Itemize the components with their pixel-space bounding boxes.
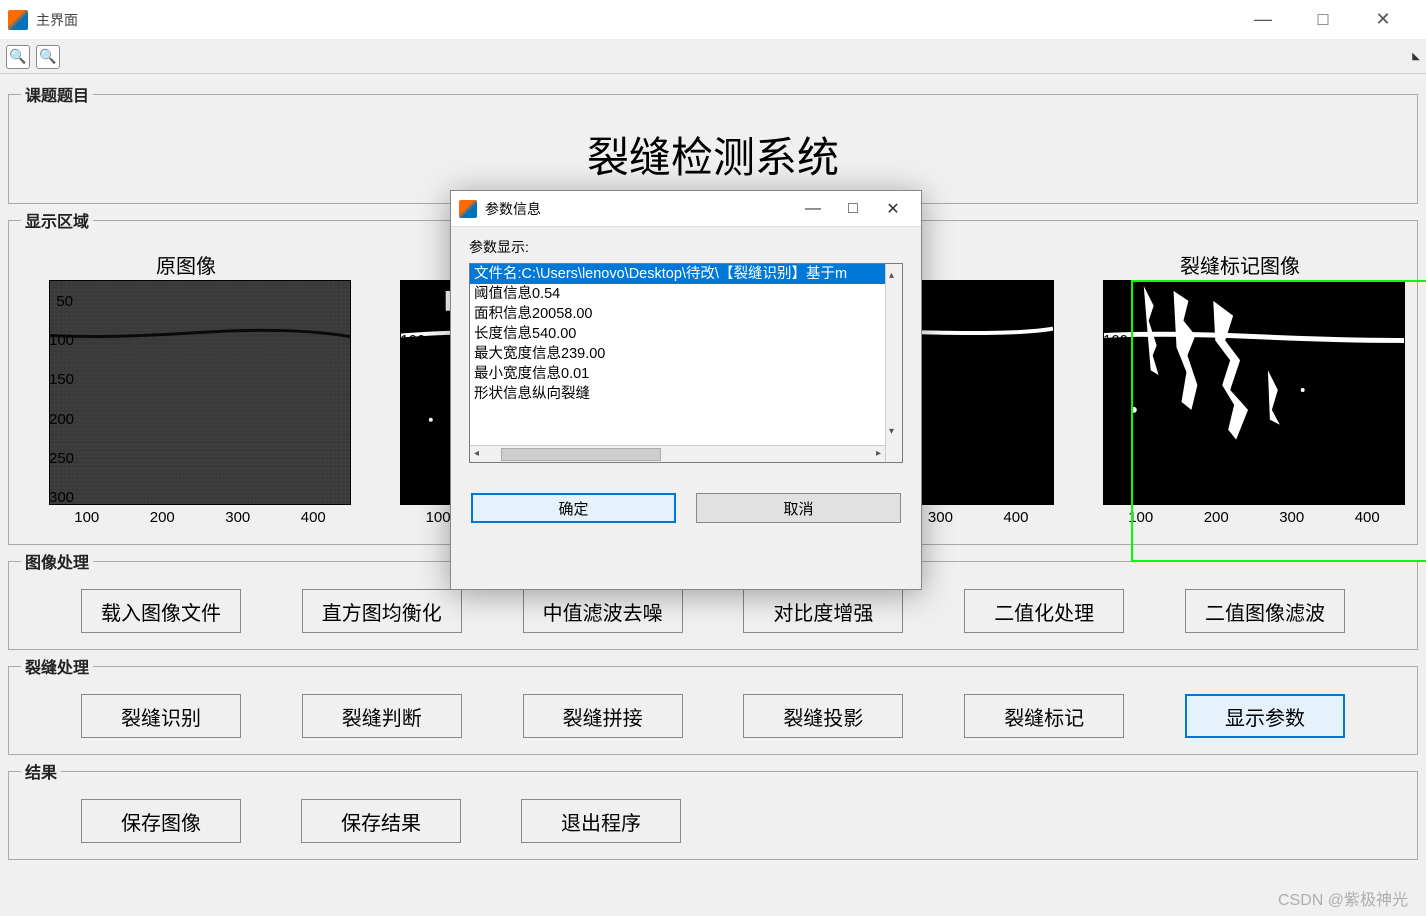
dialog-label: 参数显示: — [469, 237, 903, 257]
dialog-close-button[interactable]: ✕ — [873, 199, 913, 219]
contrast-button[interactable]: 对比度增强 — [743, 589, 903, 633]
listbox-hscrollbar[interactable] — [470, 445, 885, 462]
load-image-button[interactable]: 载入图像文件 — [81, 589, 241, 633]
exit-button[interactable]: 退出程序 — [521, 799, 681, 843]
dialog-app-icon — [459, 200, 477, 218]
axes-marked: 裂缝标记图像 50100150200250300 — [1075, 250, 1405, 526]
topic-fieldset: 课题题目 裂缝检测系统 — [8, 82, 1418, 204]
show-params-button[interactable]: 显示参数 — [1185, 694, 1345, 738]
original-image — [49, 280, 351, 505]
crack-project-button[interactable]: 裂缝投影 — [743, 694, 903, 738]
crack-bounding-box — [1131, 280, 1426, 562]
window-title: 主界面 — [36, 10, 1248, 30]
close-button[interactable]: ✕ — [1368, 9, 1398, 30]
zoom-in-icon[interactable]: 🔍 — [6, 45, 30, 69]
listbox-item[interactable]: 面积信息20058.00 — [470, 304, 902, 324]
listbox-item[interactable]: 阈值信息0.54 — [470, 284, 902, 304]
binary-filter-button[interactable]: 二值图像滤波 — [1185, 589, 1345, 633]
results-fieldset: 结果 保存图像 保存结果 退出程序 — [8, 759, 1418, 860]
results-legend: 结果 — [21, 759, 61, 783]
dialog-cancel-button[interactable]: 取消 — [696, 493, 901, 523]
results-buttons: 保存图像 保存结果 退出程序 — [21, 789, 1405, 853]
listbox-item[interactable]: 最大宽度信息239.00 — [470, 344, 902, 364]
figure-toolbar: 🔍 🔍 ◣ — [0, 40, 1426, 74]
axes-title-1: 原图像 — [21, 250, 351, 274]
y-ticks: 50100150200250300 — [400, 280, 426, 505]
save-result-button[interactable]: 保存结果 — [301, 799, 461, 843]
dialog-titlebar[interactable]: 参数信息 — □ ✕ — [451, 191, 921, 227]
x-ticks: 100200300400 — [21, 505, 351, 526]
system-title: 裂缝检测系统 — [21, 114, 1405, 195]
params-dialog: 参数信息 — □ ✕ 参数显示: 文件名:C:\Users\lenovo\Des… — [450, 190, 922, 590]
y-ticks: 50100150200250300 — [49, 280, 75, 505]
dialog-title: 参数信息 — [485, 199, 541, 219]
toolbar-overflow-icon[interactable]: ◣ — [1412, 51, 1420, 62]
binarize-button[interactable]: 二值化处理 — [964, 589, 1124, 633]
axes-title-4: 裂缝标记图像 — [1075, 250, 1405, 274]
listbox-vscrollbar[interactable] — [885, 264, 902, 462]
crack-stitch-button[interactable]: 裂缝拼接 — [523, 694, 683, 738]
histeq-button[interactable]: 直方图均衡化 — [302, 589, 462, 633]
dialog-ok-button[interactable]: 确定 — [471, 493, 676, 523]
crack-recognize-button[interactable]: 裂缝识别 — [81, 694, 241, 738]
crack-mark-button[interactable]: 裂缝标记 — [964, 694, 1124, 738]
topic-legend: 课题题目 — [21, 82, 93, 106]
app-icon — [8, 10, 28, 30]
window-titlebar: 主界面 — □ ✕ — [0, 0, 1426, 40]
crack-judge-button[interactable]: 裂缝判断 — [302, 694, 462, 738]
y-ticks: 50100150200250300 — [1103, 280, 1129, 505]
crack-proc-fieldset: 裂缝处理 裂缝识别 裂缝判断 裂缝拼接 裂缝投影 裂缝标记 显示参数 — [8, 654, 1418, 755]
median-filter-button[interactable]: 中值滤波去噪 — [523, 589, 683, 633]
window-controls: — □ ✕ — [1248, 9, 1418, 30]
watermark: CSDN @紫极神光 — [1278, 886, 1408, 910]
listbox-item[interactable]: 形状信息纵向裂缝 — [470, 384, 902, 404]
listbox-item[interactable]: 文件名:C:\Users\lenovo\Desktop\待改\【裂缝识别】基于m — [470, 264, 902, 284]
crack-proc-buttons: 裂缝识别 裂缝判断 裂缝拼接 裂缝投影 裂缝标记 显示参数 — [21, 684, 1405, 748]
minimize-button[interactable]: — — [1248, 9, 1278, 30]
crack-proc-legend: 裂缝处理 — [21, 654, 93, 678]
listbox-item[interactable]: 长度信息540.00 — [470, 324, 902, 344]
zoom-out-icon[interactable]: 🔍 — [36, 45, 60, 69]
image-proc-legend: 图像处理 — [21, 549, 93, 573]
dialog-maximize-button[interactable]: □ — [833, 200, 873, 218]
hscroll-thumb[interactable] — [501, 448, 661, 461]
save-image-button[interactable]: 保存图像 — [81, 799, 241, 843]
maximize-button[interactable]: □ — [1308, 9, 1338, 30]
dialog-minimize-button[interactable]: — — [793, 200, 833, 218]
listbox-item[interactable]: 最小宽度信息0.01 — [470, 364, 902, 384]
params-listbox[interactable]: 文件名:C:\Users\lenovo\Desktop\待改\【裂缝识别】基于m… — [469, 263, 903, 463]
axes-original: 原图像 50100150200250300 100200300400 — [21, 250, 351, 526]
display-legend: 显示区域 — [21, 208, 93, 232]
